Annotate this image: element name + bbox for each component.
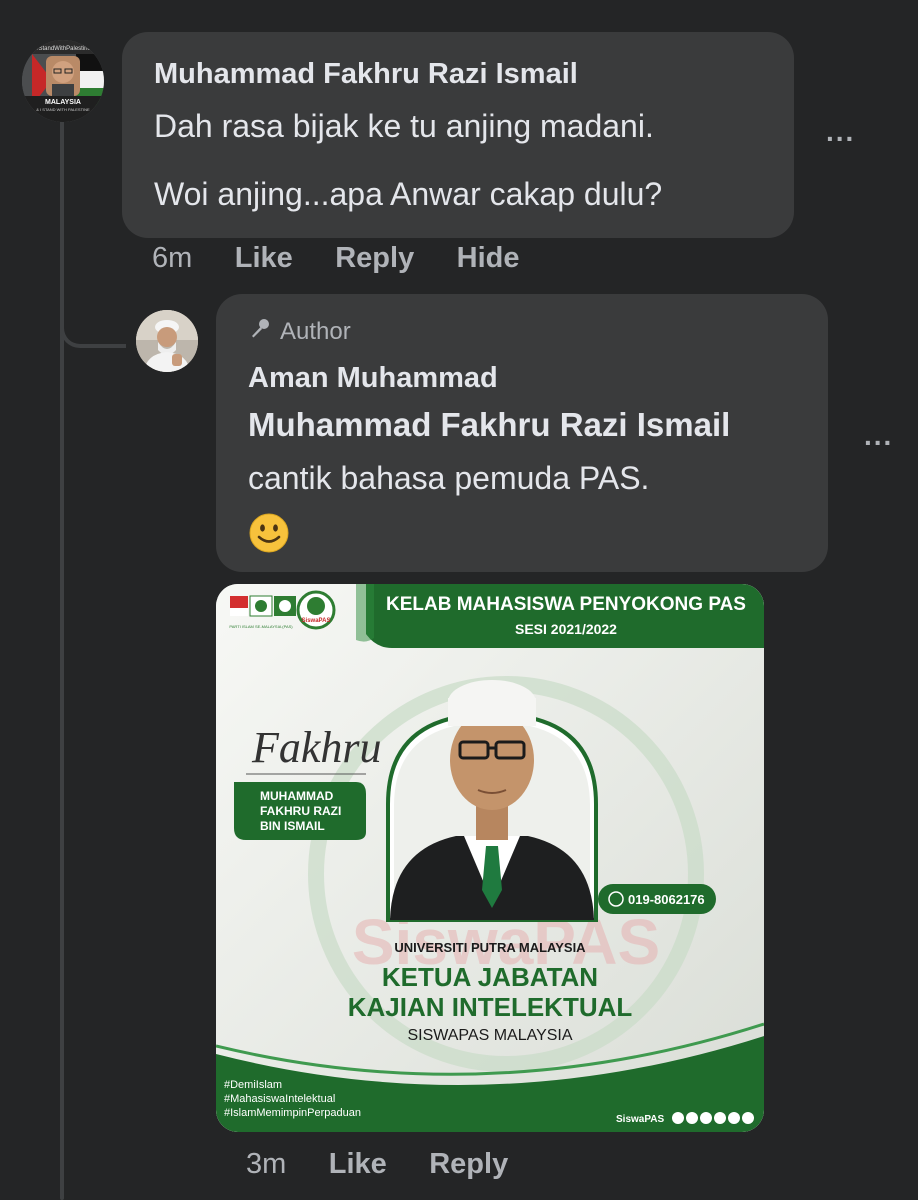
comment-text-line1: Dah rasa bijak ke tu anjing madani.: [154, 108, 654, 144]
poster-org: SISWAPAS MALAYSIA: [407, 1027, 572, 1044]
poster-hashtag-1: #DemiIslam: [224, 1079, 282, 1091]
more-options-icon[interactable]: ...: [826, 116, 855, 148]
avatar-header-text: #StandWithPalestine: [35, 46, 91, 52]
poster-signature: Fakhru: [251, 723, 382, 772]
like-button[interactable]: Like: [235, 242, 293, 274]
avatar-country-text: MALAYSIA: [45, 99, 81, 106]
avatar-caption-text: & I STAND WITH PALESTINE: [36, 107, 90, 112]
poster-university: UNIVERSITI PUTRA MALAYSIA: [394, 940, 586, 955]
author-badge-label: Author: [280, 317, 351, 345]
reply-author-name[interactable]: Aman Muhammad: [248, 362, 498, 395]
reply-connector: [60, 318, 126, 348]
reply-actions: 3m Like Reply: [246, 1148, 508, 1181]
author-badge: Author: [248, 316, 351, 347]
poster-hashtag-2: #MahasiswaIntelektual: [224, 1093, 335, 1105]
like-button[interactable]: Like: [329, 1148, 387, 1180]
reply-button[interactable]: Reply: [429, 1148, 508, 1180]
poster-name-line1: MUHAMMAD: [260, 789, 334, 803]
hide-button[interactable]: Hide: [457, 242, 520, 274]
poster-hashtag-3: #IslamMemimpinPerpaduan: [224, 1107, 361, 1119]
reply-button[interactable]: Reply: [335, 242, 414, 274]
poster-position-line2: KAJIAN INTELEKTUAL: [348, 992, 633, 1022]
attached-poster-image[interactable]: SiswaPAS KELAB MAHASISWA PENYOKONG PAS S…: [216, 584, 764, 1132]
microphone-icon: [248, 316, 272, 347]
reply-text: cantik bahasa pemuda PAS.: [248, 460, 650, 496]
poster-small-logo-text: PARTI ISLAM SE-MALAYSIA (PAS): [229, 624, 293, 629]
mention-link[interactable]: Muhammad Fakhru Razi Ismail: [248, 406, 730, 444]
more-options-icon[interactable]: ...: [864, 420, 893, 452]
commenter-name[interactable]: Muhammad Fakhru Razi Ismail: [154, 58, 578, 91]
poster-header-session: SESI 2021/2022: [515, 621, 617, 637]
smile-emoji-icon: [248, 512, 290, 554]
author-avatar[interactable]: [136, 310, 198, 372]
poster-header-title: KELAB MAHASISWA PENYOKONG PAS: [386, 594, 746, 615]
commenter-avatar[interactable]: #StandWithPalestine MALAYSIA & I STAND W…: [22, 40, 104, 122]
comment-timestamp: 6m: [152, 242, 193, 274]
poster-name-line2: FAKHRU RAZI: [260, 804, 341, 818]
poster-logo-text: SiswaPAS: [302, 618, 331, 624]
poster-footer-brand: SiswaPAS: [616, 1114, 664, 1125]
reply-timestamp: 3m: [246, 1148, 287, 1180]
poster-position-line1: KETUA JABATAN: [382, 962, 598, 992]
poster-phone: 019-8062176: [628, 892, 705, 907]
poster-name-line3: BIN ISMAIL: [260, 819, 325, 833]
comment-actions: 6m Like Reply Hide: [152, 242, 520, 275]
thread-line: [60, 118, 64, 1200]
comment-text-line2: Woi anjing...apa Anwar cakap dulu?: [154, 176, 663, 212]
